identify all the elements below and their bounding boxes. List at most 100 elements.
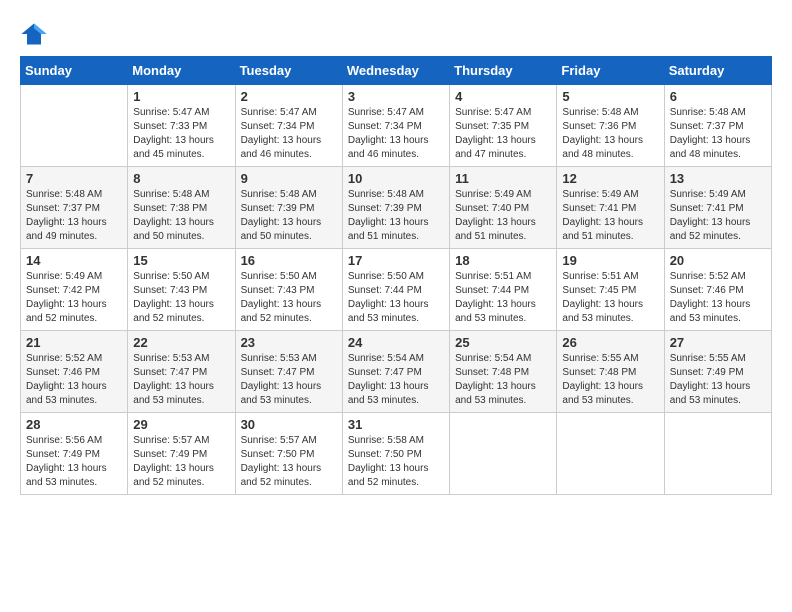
calendar-cell: 7 Sunrise: 5:48 AM Sunset: 7:37 PM Daylig… bbox=[21, 167, 128, 249]
page-header bbox=[20, 20, 772, 48]
calendar-cell: 15 Sunrise: 5:50 AM Sunset: 7:43 PM Dayli… bbox=[128, 249, 235, 331]
day-info: Sunrise: 5:47 AM Sunset: 7:35 PM Dayligh… bbox=[455, 106, 551, 162]
day-info: Sunrise: 5:50 AM Sunset: 7:44 PM Dayligh… bbox=[348, 270, 444, 326]
day-number: 23 bbox=[241, 335, 337, 350]
weekday-header-row: SundayMondayTuesdayWednesdayThursdayFrid… bbox=[21, 57, 772, 85]
calendar-cell: 11 Sunrise: 5:49 AM Sunset: 7:40 PM Dayli… bbox=[450, 167, 557, 249]
calendar-cell bbox=[664, 413, 771, 495]
day-info: Sunrise: 5:56 AM Sunset: 7:49 PM Dayligh… bbox=[26, 434, 122, 490]
day-info: Sunrise: 5:50 AM Sunset: 7:43 PM Dayligh… bbox=[133, 270, 229, 326]
calendar-cell: 16 Sunrise: 5:50 AM Sunset: 7:43 PM Dayli… bbox=[235, 249, 342, 331]
calendar-cell: 1Sunrise: 5:47 AM Sunset: 7:33 PM Daylig… bbox=[128, 85, 235, 167]
calendar-cell: 13 Sunrise: 5:49 AM Sunset: 7:41 PM Dayli… bbox=[664, 167, 771, 249]
day-number: 11 bbox=[455, 171, 551, 186]
day-info: Sunrise: 5:48 AM Sunset: 7:38 PM Dayligh… bbox=[133, 188, 229, 244]
weekday-header-wednesday: Wednesday bbox=[342, 57, 449, 85]
day-number: 18 bbox=[455, 253, 551, 268]
day-number: 15 bbox=[133, 253, 229, 268]
day-number: 29 bbox=[133, 417, 229, 432]
day-info: Sunrise: 5:58 AM Sunset: 7:50 PM Dayligh… bbox=[348, 434, 444, 490]
day-info: Sunrise: 5:49 AM Sunset: 7:41 PM Dayligh… bbox=[562, 188, 658, 244]
calendar-cell: 5Sunrise: 5:48 AM Sunset: 7:36 PM Daylig… bbox=[557, 85, 664, 167]
day-info: Sunrise: 5:48 AM Sunset: 7:37 PM Dayligh… bbox=[26, 188, 122, 244]
calendar-cell: 19 Sunrise: 5:51 AM Sunset: 7:45 PM Dayli… bbox=[557, 249, 664, 331]
day-number: 16 bbox=[241, 253, 337, 268]
calendar-cell: 4 Sunrise: 5:47 AM Sunset: 7:35 PM Daylig… bbox=[450, 85, 557, 167]
day-number: 4 bbox=[455, 89, 551, 104]
day-number: 22 bbox=[133, 335, 229, 350]
calendar-cell: 8 Sunrise: 5:48 AM Sunset: 7:38 PM Daylig… bbox=[128, 167, 235, 249]
calendar-cell: 23 Sunrise: 5:53 AM Sunset: 7:47 PM Dayli… bbox=[235, 331, 342, 413]
calendar-cell: 2 Sunrise: 5:47 AM Sunset: 7:34 PM Daylig… bbox=[235, 85, 342, 167]
day-number: 17 bbox=[348, 253, 444, 268]
day-number: 21 bbox=[26, 335, 122, 350]
calendar-week-5: 28 Sunrise: 5:56 AM Sunset: 7:49 PM Dayli… bbox=[21, 413, 772, 495]
day-info: Sunrise: 5:47 AM Sunset: 7:33 PM Dayligh… bbox=[133, 106, 229, 162]
day-info: Sunrise: 5:48 AM Sunset: 7:39 PM Dayligh… bbox=[241, 188, 337, 244]
calendar-cell: 9Sunrise: 5:48 AM Sunset: 7:39 PM Daylig… bbox=[235, 167, 342, 249]
calendar-cell: 20 Sunrise: 5:52 AM Sunset: 7:46 PM Dayli… bbox=[664, 249, 771, 331]
day-number: 2 bbox=[241, 89, 337, 104]
day-info: Sunrise: 5:48 AM Sunset: 7:39 PM Dayligh… bbox=[348, 188, 444, 244]
day-info: Sunrise: 5:53 AM Sunset: 7:47 PM Dayligh… bbox=[133, 352, 229, 408]
day-info: Sunrise: 5:52 AM Sunset: 7:46 PM Dayligh… bbox=[670, 270, 766, 326]
day-number: 28 bbox=[26, 417, 122, 432]
weekday-header-monday: Monday bbox=[128, 57, 235, 85]
day-number: 5 bbox=[562, 89, 658, 104]
day-number: 8 bbox=[133, 171, 229, 186]
day-info: Sunrise: 5:57 AM Sunset: 7:49 PM Dayligh… bbox=[133, 434, 229, 490]
calendar-cell: 18 Sunrise: 5:51 AM Sunset: 7:44 PM Dayli… bbox=[450, 249, 557, 331]
calendar-cell: 30Sunrise: 5:57 AM Sunset: 7:50 PM Dayli… bbox=[235, 413, 342, 495]
weekday-header-tuesday: Tuesday bbox=[235, 57, 342, 85]
logo bbox=[20, 20, 52, 48]
calendar-cell: 14Sunrise: 5:49 AM Sunset: 7:42 PM Dayli… bbox=[21, 249, 128, 331]
day-info: Sunrise: 5:48 AM Sunset: 7:37 PM Dayligh… bbox=[670, 106, 766, 162]
day-number: 19 bbox=[562, 253, 658, 268]
day-number: 6 bbox=[670, 89, 766, 104]
calendar-cell: 24Sunrise: 5:54 AM Sunset: 7:47 PM Dayli… bbox=[342, 331, 449, 413]
day-number: 13 bbox=[670, 171, 766, 186]
day-number: 3 bbox=[348, 89, 444, 104]
calendar-cell: 6 Sunrise: 5:48 AM Sunset: 7:37 PM Daylig… bbox=[664, 85, 771, 167]
calendar-cell bbox=[450, 413, 557, 495]
day-info: Sunrise: 5:49 AM Sunset: 7:41 PM Dayligh… bbox=[670, 188, 766, 244]
calendar-cell: 27Sunrise: 5:55 AM Sunset: 7:49 PM Dayli… bbox=[664, 331, 771, 413]
day-info: Sunrise: 5:55 AM Sunset: 7:48 PM Dayligh… bbox=[562, 352, 658, 408]
day-info: Sunrise: 5:49 AM Sunset: 7:40 PM Dayligh… bbox=[455, 188, 551, 244]
weekday-header-friday: Friday bbox=[557, 57, 664, 85]
day-number: 26 bbox=[562, 335, 658, 350]
calendar-table: SundayMondayTuesdayWednesdayThursdayFrid… bbox=[20, 56, 772, 495]
day-number: 20 bbox=[670, 253, 766, 268]
calendar-cell: 12 Sunrise: 5:49 AM Sunset: 7:41 PM Dayli… bbox=[557, 167, 664, 249]
day-number: 25 bbox=[455, 335, 551, 350]
day-info: Sunrise: 5:54 AM Sunset: 7:48 PM Dayligh… bbox=[455, 352, 551, 408]
day-info: Sunrise: 5:51 AM Sunset: 7:45 PM Dayligh… bbox=[562, 270, 658, 326]
day-info: Sunrise: 5:53 AM Sunset: 7:47 PM Dayligh… bbox=[241, 352, 337, 408]
calendar-week-3: 14Sunrise: 5:49 AM Sunset: 7:42 PM Dayli… bbox=[21, 249, 772, 331]
calendar-cell: 21 Sunrise: 5:52 AM Sunset: 7:46 PM Dayli… bbox=[21, 331, 128, 413]
day-info: Sunrise: 5:51 AM Sunset: 7:44 PM Dayligh… bbox=[455, 270, 551, 326]
day-info: Sunrise: 5:52 AM Sunset: 7:46 PM Dayligh… bbox=[26, 352, 122, 408]
calendar-cell: 29 Sunrise: 5:57 AM Sunset: 7:49 PM Dayli… bbox=[128, 413, 235, 495]
calendar-cell: 22 Sunrise: 5:53 AM Sunset: 7:47 PM Dayli… bbox=[128, 331, 235, 413]
day-info: Sunrise: 5:54 AM Sunset: 7:47 PM Dayligh… bbox=[348, 352, 444, 408]
day-info: Sunrise: 5:47 AM Sunset: 7:34 PM Dayligh… bbox=[241, 106, 337, 162]
day-number: 31 bbox=[348, 417, 444, 432]
calendar-week-4: 21 Sunrise: 5:52 AM Sunset: 7:46 PM Dayli… bbox=[21, 331, 772, 413]
calendar-cell: 31 Sunrise: 5:58 AM Sunset: 7:50 PM Dayli… bbox=[342, 413, 449, 495]
calendar-cell: 25 Sunrise: 5:54 AM Sunset: 7:48 PM Dayli… bbox=[450, 331, 557, 413]
day-number: 10 bbox=[348, 171, 444, 186]
calendar-cell bbox=[557, 413, 664, 495]
day-info: Sunrise: 5:50 AM Sunset: 7:43 PM Dayligh… bbox=[241, 270, 337, 326]
calendar-week-2: 7 Sunrise: 5:48 AM Sunset: 7:37 PM Daylig… bbox=[21, 167, 772, 249]
day-number: 12 bbox=[562, 171, 658, 186]
day-number: 7 bbox=[26, 171, 122, 186]
calendar-cell: 17 Sunrise: 5:50 AM Sunset: 7:44 PM Dayli… bbox=[342, 249, 449, 331]
calendar-cell bbox=[21, 85, 128, 167]
day-number: 14 bbox=[26, 253, 122, 268]
calendar-cell: 3Sunrise: 5:47 AM Sunset: 7:34 PM Daylig… bbox=[342, 85, 449, 167]
logo-icon bbox=[20, 20, 48, 48]
weekday-header-sunday: Sunday bbox=[21, 57, 128, 85]
calendar-cell: 28 Sunrise: 5:56 AM Sunset: 7:49 PM Dayli… bbox=[21, 413, 128, 495]
calendar-cell: 26 Sunrise: 5:55 AM Sunset: 7:48 PM Dayli… bbox=[557, 331, 664, 413]
